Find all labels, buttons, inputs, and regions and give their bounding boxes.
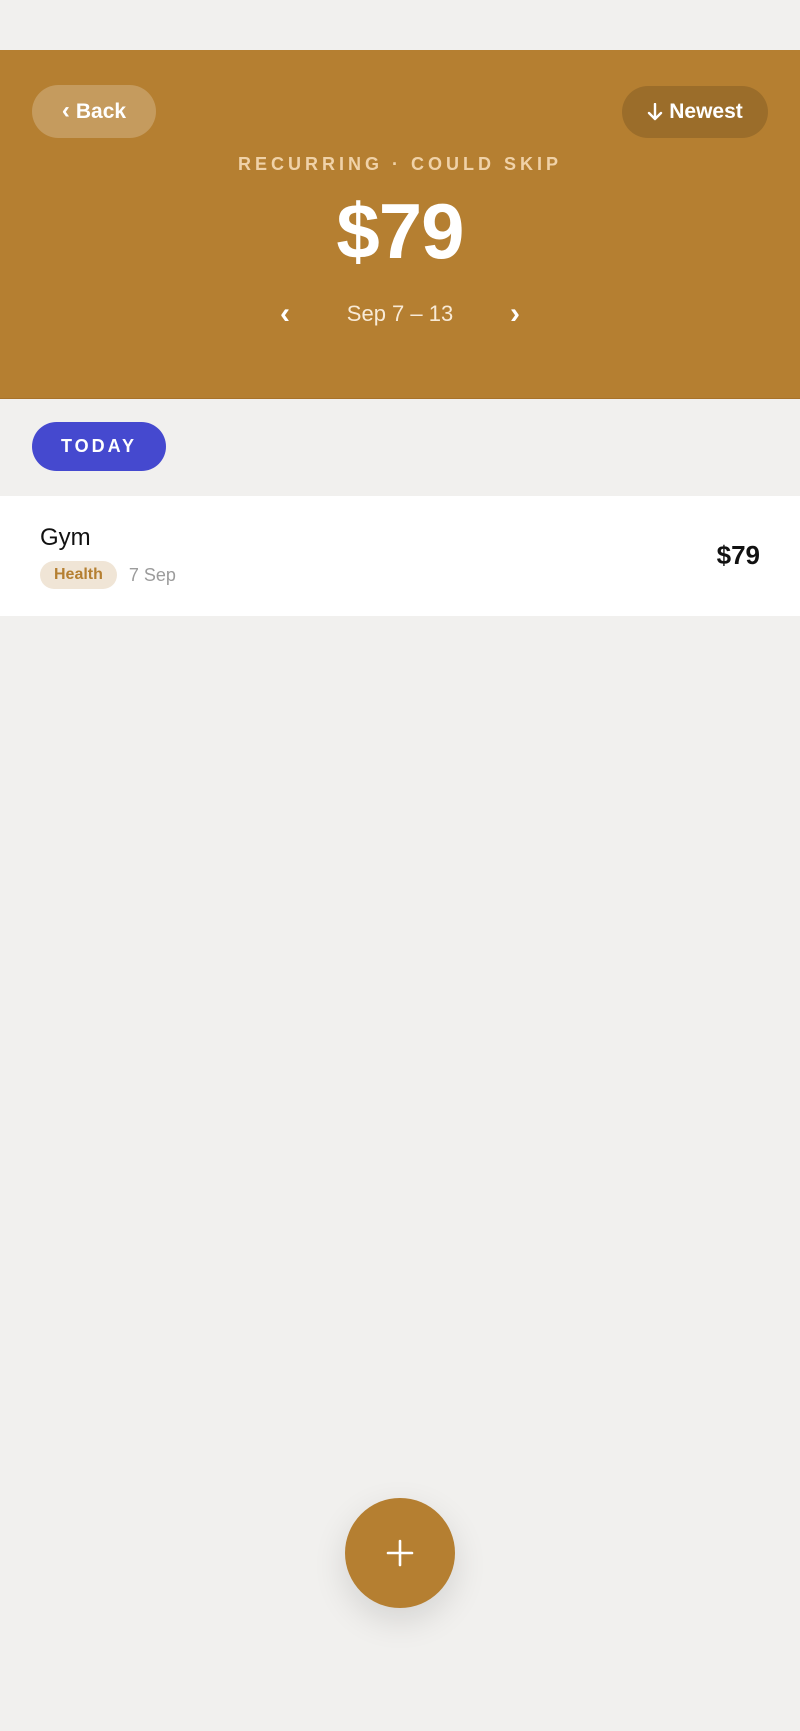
next-range-icon[interactable]: › <box>495 299 535 329</box>
today-button[interactable]: TODAY <box>32 422 166 471</box>
category-eyebrow: RECURRING · COULD SKIP <box>237 154 562 174</box>
category-tag: Health <box>40 561 117 589</box>
prev-range-icon[interactable]: ‹ <box>265 299 305 329</box>
transaction-row[interactable]: Gym Health 7 Sep $79 <box>0 496 800 616</box>
transaction-date: 7 Sep <box>128 564 176 585</box>
plus-icon <box>386 1539 414 1567</box>
total-amount: $79 <box>336 187 464 275</box>
chevron-left-icon: ‹ <box>61 96 70 124</box>
back-button[interactable]: ‹ Back <box>32 85 156 138</box>
date-range-nav: ‹ Sep 7 – 13 › <box>0 296 800 332</box>
date-range-label: Sep 7 – 13 <box>346 301 454 326</box>
transaction-title: Gym <box>40 524 91 551</box>
back-button-label: Back <box>75 99 127 123</box>
summary-header: ‹ Back Newest RECURRING · COULD SKIP $79… <box>0 50 800 399</box>
transaction-amount: $79 <box>716 540 760 570</box>
transaction-list: Gym Health 7 Sep $79 <box>0 496 800 616</box>
sort-newest-button[interactable]: Newest <box>622 86 768 138</box>
add-transaction-button[interactable] <box>345 1498 455 1608</box>
arrow-down-icon <box>648 103 663 121</box>
sort-button-label: Newest <box>669 100 743 123</box>
transaction-meta: Health 7 Sep <box>40 561 176 589</box>
